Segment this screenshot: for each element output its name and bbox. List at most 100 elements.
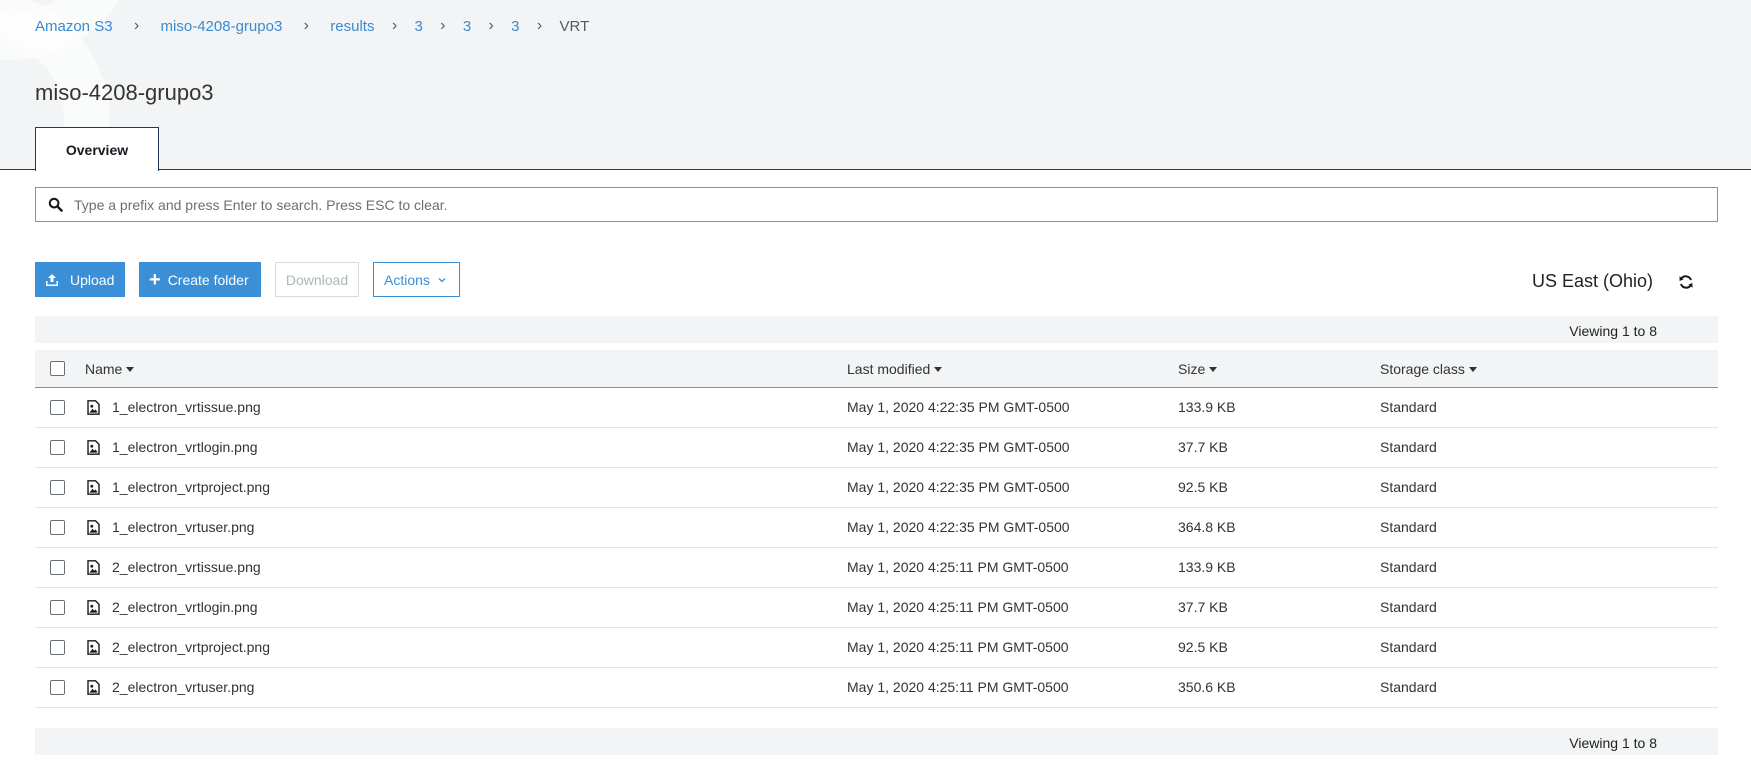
pagination-bar-top: Viewing 1 to 8 (35, 316, 1718, 343)
column-header-label: Size (1178, 361, 1206, 377)
table-row[interactable]: 1_electron_vrtissue.png May 1, 2020 4:22:… (35, 388, 1718, 428)
breadcrumb-separator-icon: › (536, 17, 543, 34)
breadcrumb-current: VRT (559, 17, 590, 35)
column-header-label: Last modified (847, 361, 931, 377)
page-title: miso-4208-grupo3 (35, 80, 214, 105)
last-modified-cell: May 1, 2020 4:25:11 PM GMT-0500 (847, 679, 1069, 695)
row-checkbox[interactable] (50, 560, 65, 575)
breadcrumb-results[interactable]: results (330, 18, 374, 35)
image-file-icon (87, 640, 100, 655)
actions-label: Actions (384, 271, 430, 288)
storage-class-cell: Standard (1380, 639, 1437, 655)
storage-class-cell: Standard (1380, 439, 1437, 455)
storage-class-cell: Standard (1380, 559, 1437, 575)
row-checkbox[interactable] (50, 520, 65, 535)
column-header-storage-class[interactable]: Storage class (1380, 361, 1477, 377)
upload-label: Upload (70, 271, 115, 288)
size-cell: 350.6 KB (1178, 679, 1236, 695)
image-file-icon (87, 520, 100, 535)
row-checkbox[interactable] (50, 440, 65, 455)
last-modified-cell: May 1, 2020 4:25:11 PM GMT-0500 (847, 639, 1069, 655)
create-folder-label: Create folder (167, 271, 249, 288)
last-modified-cell: May 1, 2020 4:25:11 PM GMT-0500 (847, 559, 1069, 575)
file-name-link[interactable]: 1_electron_vrtuser.png (112, 519, 254, 535)
column-header-label: Name (85, 361, 123, 377)
row-checkbox[interactable] (50, 400, 65, 415)
refresh-icon[interactable] (1678, 274, 1694, 290)
file-name-link[interactable]: 1_electron_vrtproject.png (112, 479, 270, 495)
size-cell: 37.7 KB (1178, 439, 1228, 455)
breadcrumb-amazon-s3[interactable]: Amazon S3 (35, 18, 113, 35)
column-header-name[interactable]: Name (85, 361, 135, 377)
table-header: Name Last modified Size Storage class (35, 350, 1718, 388)
file-name-link[interactable]: 2_electron_vrtuser.png (112, 679, 254, 695)
tab-overview[interactable]: Overview (35, 127, 159, 171)
table-row[interactable]: 2_electron_vrtlogin.png May 1, 2020 4:25:… (35, 588, 1718, 628)
size-cell: 92.5 KB (1178, 639, 1228, 655)
storage-class-cell: Standard (1380, 599, 1437, 615)
pagination-bar-bottom: Viewing 1 to 8 (35, 728, 1718, 755)
table-row[interactable]: 2_electron_vrtproject.png May 1, 2020 4:2… (35, 628, 1718, 668)
row-checkbox[interactable] (50, 600, 65, 615)
storage-class-cell: Standard (1380, 479, 1437, 495)
table-row[interactable]: 1_electron_vrtlogin.png May 1, 2020 4:22:… (35, 428, 1718, 468)
viewing-count: Viewing 1 to 8 (1569, 735, 1657, 751)
column-header-label: Storage class (1380, 361, 1465, 377)
breadcrumb: Amazon S3 › miso-4208-grupo3 › results ›… (35, 17, 589, 35)
file-name-link[interactable]: 2_electron_vrtproject.png (112, 639, 270, 655)
breadcrumb-separator-icon: › (440, 17, 446, 34)
last-modified-cell: May 1, 2020 4:22:35 PM GMT-0500 (847, 439, 1070, 455)
breadcrumb-separator-icon: › (303, 17, 309, 34)
row-checkbox[interactable] (50, 680, 65, 695)
file-name-link[interactable]: 2_electron_vrtlogin.png (112, 599, 258, 615)
table-row[interactable]: 2_electron_vrtissue.png May 1, 2020 4:25:… (35, 548, 1718, 588)
sort-caret-icon (1209, 366, 1218, 372)
row-checkbox[interactable] (50, 640, 65, 655)
table-row[interactable]: 2_electron_vrtuser.png May 1, 2020 4:25:1… (35, 668, 1718, 708)
image-file-icon (87, 600, 100, 615)
row-checkbox[interactable] (50, 480, 65, 495)
image-file-icon (87, 480, 100, 495)
chevron-down-icon (437, 275, 447, 285)
sort-caret-icon (1468, 366, 1477, 372)
image-file-icon (87, 440, 100, 455)
search-icon (36, 197, 74, 212)
size-cell: 37.7 KB (1178, 599, 1228, 615)
last-modified-cell: May 1, 2020 4:22:35 PM GMT-0500 (847, 399, 1070, 415)
file-name-link[interactable]: 1_electron_vrtlogin.png (112, 439, 258, 455)
breadcrumb-folder-3a[interactable]: 3 (414, 18, 422, 35)
breadcrumb-separator-icon: › (391, 17, 398, 34)
size-cell: 133.9 KB (1178, 559, 1236, 575)
table-row[interactable]: 1_electron_vrtproject.png May 1, 2020 4:2… (35, 468, 1718, 508)
download-button[interactable]: Download (275, 262, 359, 297)
storage-class-cell: Standard (1380, 679, 1437, 695)
column-header-last-modified[interactable]: Last modified (847, 361, 943, 377)
breadcrumb-bucket[interactable]: miso-4208-grupo3 (161, 18, 283, 35)
size-cell: 364.8 KB (1178, 519, 1236, 535)
file-name-link[interactable]: 1_electron_vrtissue.png (112, 399, 261, 415)
size-cell: 92.5 KB (1178, 479, 1228, 495)
table-row[interactable]: 1_electron_vrtuser.png May 1, 2020 4:22:3… (35, 508, 1718, 548)
search-bar (35, 187, 1718, 222)
breadcrumb-folder-3c[interactable]: 3 (511, 18, 519, 35)
storage-class-cell: Standard (1380, 519, 1437, 535)
select-all-checkbox[interactable] (50, 361, 65, 376)
file-name-link[interactable]: 2_electron_vrtissue.png (112, 559, 261, 575)
upload-button[interactable]: Upload (35, 262, 125, 297)
size-cell: 133.9 KB (1178, 399, 1236, 415)
last-modified-cell: May 1, 2020 4:22:35 PM GMT-0500 (847, 479, 1070, 495)
storage-class-cell: Standard (1380, 399, 1437, 415)
actions-button[interactable]: Actions (373, 262, 460, 297)
last-modified-cell: May 1, 2020 4:25:11 PM GMT-0500 (847, 599, 1069, 615)
breadcrumb-separator-icon: › (488, 17, 494, 34)
create-folder-button[interactable]: + Create folder (139, 262, 261, 297)
sort-caret-icon (126, 366, 135, 372)
column-header-size[interactable]: Size (1178, 361, 1218, 377)
breadcrumb-folder-3b[interactable]: 3 (463, 18, 471, 35)
image-file-icon (87, 680, 100, 695)
plus-icon: + (149, 268, 161, 291)
search-input[interactable] (74, 188, 1717, 221)
last-modified-cell: May 1, 2020 4:22:35 PM GMT-0500 (847, 519, 1070, 535)
region-label: US East (Ohio) (1532, 271, 1654, 291)
viewing-count: Viewing 1 to 8 (1569, 323, 1657, 339)
